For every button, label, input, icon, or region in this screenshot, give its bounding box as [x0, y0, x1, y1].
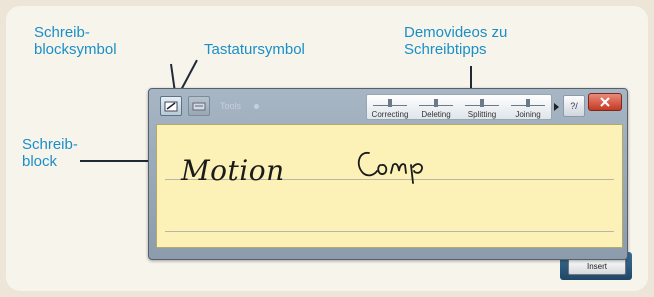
demo-label: Correcting — [371, 110, 409, 119]
demo-label: Joining — [515, 110, 541, 119]
ink-word-motion: Motion — [181, 154, 285, 187]
demo-glyph-icon — [419, 98, 453, 107]
demo-video-deleting[interactable]: Deleting — [413, 95, 459, 121]
demo-video-splitting[interactable]: Splitting — [459, 95, 505, 121]
help-button[interactable]: ?/ — [563, 95, 585, 117]
pad-ruling-line — [165, 231, 614, 232]
keyboard-button[interactable] — [188, 96, 210, 116]
demo-glyph-icon — [511, 98, 545, 107]
label-demo-videos: Demovideos zu Schreibtipps — [404, 24, 508, 58]
demo-glyph-icon — [373, 98, 407, 107]
toolbar-dot-icon — [254, 104, 259, 109]
keyboard-icon — [192, 102, 206, 111]
demo-video-correcting[interactable]: Correcting — [367, 95, 413, 121]
close-icon — [600, 97, 610, 107]
demo-more-arrow-icon[interactable] — [554, 103, 559, 111]
label-writing-pad-icon: Schreib- blocksymbol — [34, 24, 117, 58]
demo-label: Splitting — [467, 110, 497, 119]
insert-button[interactable]: Insert — [568, 258, 626, 275]
tools-menu[interactable]: Tools — [220, 101, 241, 111]
demo-label: Deleting — [421, 110, 451, 119]
close-button[interactable] — [588, 93, 622, 111]
writing-pad-icon — [164, 101, 178, 112]
ink-word-comp — [357, 152, 423, 184]
demo-glyph-icon — [465, 98, 499, 107]
writing-pad-button[interactable] — [160, 96, 182, 116]
demo-video-joining[interactable]: Joining — [505, 95, 551, 121]
demo-videos-strip: Correcting Deleting Splitting Joining — [366, 94, 552, 120]
writing-pad[interactable]: Motion — [156, 124, 623, 248]
label-keyboard-icon: Tastatursymbol — [204, 41, 305, 58]
label-writing-pad: Schreib- block — [22, 136, 78, 170]
